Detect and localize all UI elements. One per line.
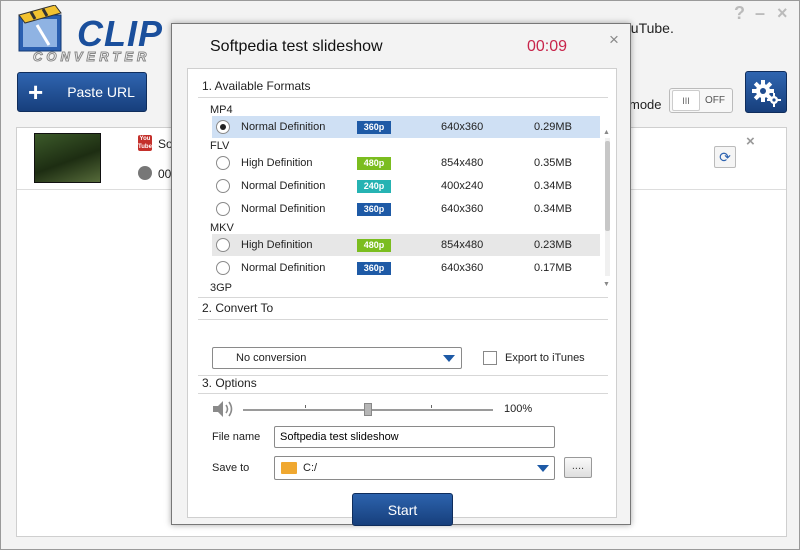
format-resolution: 640x360 (441, 262, 484, 274)
app-window: CLIP CONVERTER The fastest and easiest w… (0, 0, 800, 550)
divider (198, 297, 608, 298)
dialog-close-icon[interactable]: × (609, 30, 619, 50)
browse-button[interactable]: .... (564, 457, 592, 478)
paste-url-button[interactable]: + Paste URL (17, 72, 147, 112)
logo-subtext: CONVERTER (32, 49, 151, 65)
resolution-badge: 480p (357, 238, 391, 252)
close-icon[interactable]: × (777, 3, 788, 24)
format-group-label: FLV (210, 140, 230, 152)
convert-to-header: 2. Convert To (202, 301, 274, 315)
format-size: 0.34MB (534, 180, 572, 192)
plus-icon: + (28, 77, 44, 107)
dialog-panel: 1. Available Formats MP4 Normal Definiti… (187, 68, 617, 526)
resolution-badge: 360p (357, 261, 391, 275)
save-location-select[interactable]: C:/ (274, 456, 555, 480)
format-quality: High Definition (241, 157, 313, 169)
format-row[interactable]: Normal Definition 240p 400x240 0.34MB (212, 175, 600, 197)
format-row[interactable]: Normal Definition 360p 640x360 0.34MB (212, 198, 600, 220)
radio-button[interactable] (216, 261, 230, 275)
start-label: Start (387, 501, 418, 518)
volume-slider-thumb[interactable] (364, 403, 372, 416)
conversion-select[interactable]: No conversion (212, 347, 462, 369)
toggle-state: OFF (705, 95, 725, 106)
format-row[interactable]: Normal Definition 360p 640x360 0.17MB (212, 257, 600, 279)
chevron-down-icon (537, 465, 549, 472)
divider (198, 97, 608, 98)
format-size: 0.35MB (534, 157, 572, 169)
resolution-badge: 360p (357, 120, 391, 134)
format-quality: Normal Definition (241, 121, 326, 133)
radio-button[interactable] (216, 179, 230, 193)
format-quality: Normal Definition (241, 180, 326, 192)
format-resolution: 854x480 (441, 157, 484, 169)
resolution-badge: 360p (357, 202, 391, 216)
dialog-title: Softpedia test slideshow (210, 38, 383, 55)
export-itunes-checkbox[interactable] (483, 351, 497, 365)
format-resolution: 400x240 (441, 180, 484, 192)
radio-button[interactable] (216, 120, 230, 134)
divider (198, 393, 608, 394)
options-header: 3. Options (202, 376, 257, 390)
format-size: 0.29MB (534, 121, 572, 133)
format-quality: Normal Definition (241, 203, 326, 215)
refresh-icon[interactable]: ⟳ (714, 146, 736, 168)
mode-label: mode (629, 97, 662, 112)
radio-button[interactable] (216, 156, 230, 170)
format-group-label: MP4 (210, 104, 233, 116)
divider (198, 319, 608, 320)
mode-toggle[interactable]: III OFF (669, 88, 733, 113)
youtube-icon: You Tube (138, 135, 152, 151)
slider-tick (431, 405, 432, 408)
save-to-label: Save to (212, 462, 250, 474)
format-size: 0.34MB (534, 203, 572, 215)
format-size: 0.23MB (534, 239, 572, 251)
clock-icon (138, 166, 152, 180)
resolution-badge: 240p (357, 179, 391, 193)
format-row[interactable]: High Definition 480p 854x480 0.35MB (212, 152, 600, 174)
toggle-grip: III (672, 90, 700, 111)
chevron-down-icon (443, 355, 455, 362)
resolution-badge: 480p (357, 156, 391, 170)
radio-button[interactable] (216, 238, 230, 252)
file-name-input[interactable] (274, 426, 555, 448)
video-duration: 00:09 (527, 38, 568, 55)
format-quality: Normal Definition (241, 262, 326, 274)
start-button[interactable]: Start (352, 493, 453, 526)
video-thumbnail (34, 133, 101, 183)
app-logo: CLIP CONVERTER (15, 5, 170, 65)
format-resolution: 854x480 (441, 239, 484, 251)
export-itunes-label: Export to iTunes (505, 352, 585, 364)
volume-value: 100% (504, 403, 533, 415)
save-location-value: C:/ (303, 462, 318, 474)
format-size: 0.17MB (534, 262, 572, 274)
radio-button[interactable] (216, 202, 230, 216)
format-resolution: 640x360 (441, 121, 484, 133)
slider-tick (305, 405, 306, 408)
folder-icon (281, 462, 297, 474)
format-resolution: 640x360 (441, 203, 484, 215)
scroll-up-arrow[interactable]: ▲ (603, 129, 610, 136)
scroll-down-arrow[interactable]: ▼ (603, 281, 610, 288)
settings-button[interactable] (745, 71, 787, 113)
remove-item-icon[interactable]: × (746, 133, 755, 150)
paste-url-label: Paste URL (67, 84, 135, 100)
scrollbar-thumb[interactable] (605, 141, 610, 231)
minimize-icon[interactable]: – (755, 3, 765, 24)
format-row[interactable]: Normal Definition 360p 640x360 0.29MB (212, 116, 600, 138)
help-icon[interactable]: ? (734, 3, 745, 24)
format-dialog: Softpedia test slideshow 00:09 × 1. Avai… (171, 23, 631, 526)
divider (198, 375, 608, 376)
gear-icon (752, 80, 781, 107)
format-group-label: 3GP (210, 282, 233, 294)
format-quality: High Definition (241, 239, 313, 251)
conversion-select-value: No conversion (236, 352, 307, 364)
speaker-icon[interactable] (212, 400, 234, 418)
format-group-label: MKV (210, 222, 234, 234)
file-name-label: File name (212, 431, 261, 443)
format-row[interactable]: High Definition 480p 854x480 0.23MB (212, 234, 600, 256)
available-formats-header: 1. Available Formats (202, 79, 311, 93)
item-duration: 00 (158, 167, 172, 181)
